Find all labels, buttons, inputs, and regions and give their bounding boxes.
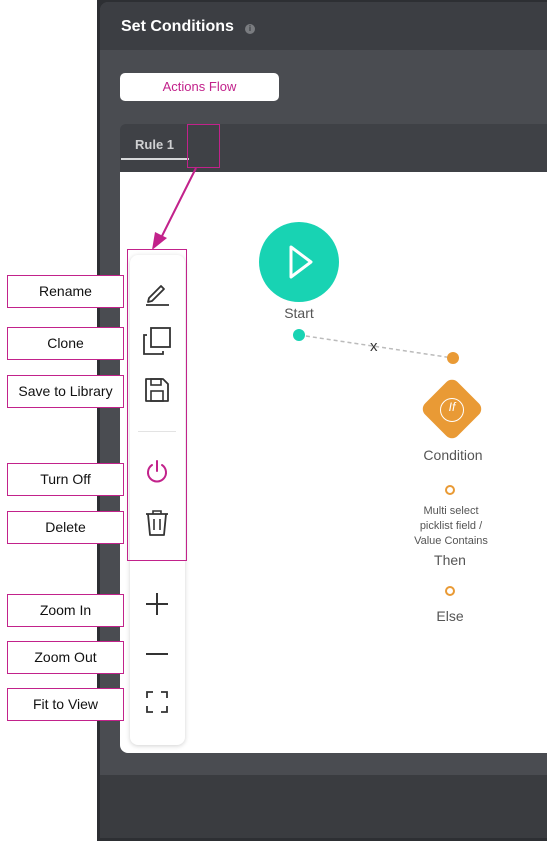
actions-flow-tab[interactable]: Actions Flow xyxy=(120,73,279,101)
callout-fit-to-view: Fit to View xyxy=(7,688,124,721)
callout-zoom-out: Zoom Out xyxy=(7,641,124,674)
tab-rule-1[interactable]: Rule 1 xyxy=(121,134,189,160)
info-icon[interactable]: i xyxy=(245,24,255,34)
callout-turn-off: Turn Off xyxy=(7,463,124,496)
turn-off-button[interactable] xyxy=(141,456,173,488)
toolbar-divider xyxy=(138,431,176,432)
callout-save-to-library: Save to Library xyxy=(7,375,124,408)
delete-button[interactable] xyxy=(141,507,173,539)
dialog-footer xyxy=(100,775,547,838)
start-label: Start xyxy=(284,305,314,321)
condition-label: Condition xyxy=(423,447,483,463)
callout-clone: Clone xyxy=(7,327,124,360)
clone-button[interactable] xyxy=(141,325,173,357)
else-port[interactable] xyxy=(445,586,455,596)
connector-remove-marker[interactable]: x xyxy=(370,338,378,355)
callout-delete: Delete xyxy=(7,511,124,544)
then-label: Then xyxy=(434,552,466,568)
fit-icon xyxy=(146,691,168,713)
plus-icon xyxy=(146,593,168,615)
else-label: Else xyxy=(436,608,464,624)
callout-rename: Rename xyxy=(7,275,124,308)
play-icon xyxy=(289,245,313,279)
fit-to-view-button[interactable] xyxy=(141,686,173,718)
if-icon-label: If xyxy=(448,400,456,414)
then-port[interactable] xyxy=(445,485,455,495)
condition-description: Multi select picklist field / Value Cont… xyxy=(414,505,488,547)
callout-zoom-in: Zoom In xyxy=(7,594,124,627)
rename-button[interactable] xyxy=(141,276,173,308)
zoom-in-button[interactable] xyxy=(141,588,173,620)
pencil-icon xyxy=(146,285,169,306)
copy-icon xyxy=(143,327,171,355)
save-to-library-button[interactable] xyxy=(141,374,173,406)
minus-icon xyxy=(146,653,168,655)
dialog-title: Set Conditions xyxy=(121,18,234,35)
callout-arrow xyxy=(152,167,197,250)
start-node[interactable] xyxy=(259,222,339,302)
power-icon xyxy=(147,460,167,483)
save-icon xyxy=(145,378,169,402)
trash-icon xyxy=(146,510,168,536)
zoom-out-button[interactable] xyxy=(141,638,173,670)
